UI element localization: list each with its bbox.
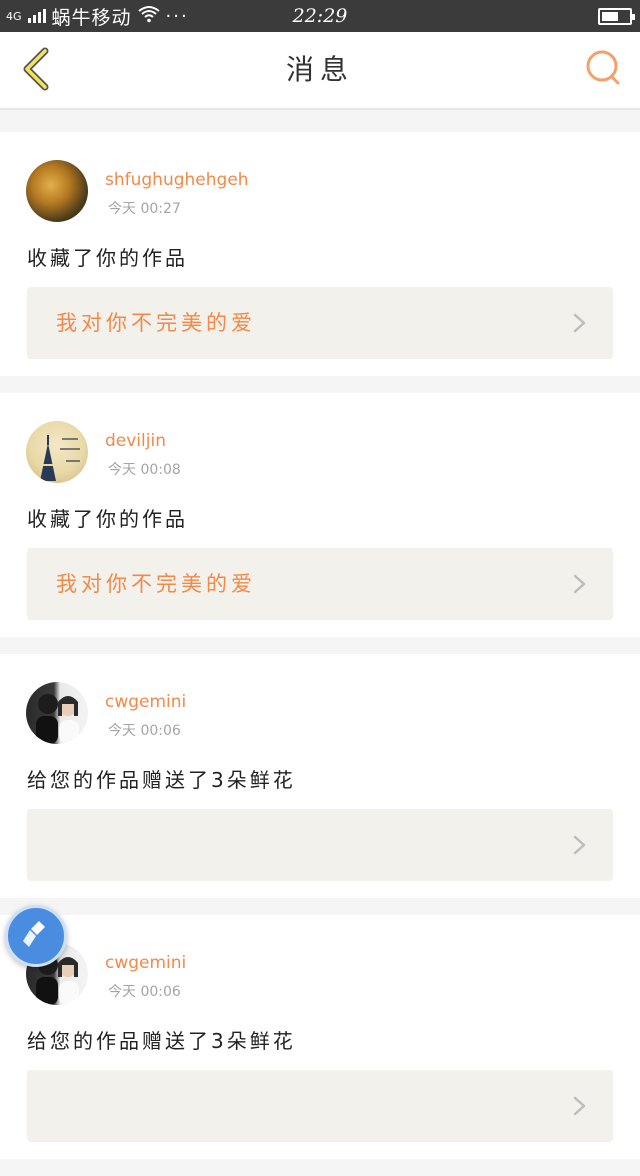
chevron-left-icon — [21, 47, 51, 95]
network-type: 4G — [6, 9, 22, 23]
message-time: 今天 00:08 — [108, 462, 181, 478]
message-action-text: 给您的作品赠送了3朵鲜花 — [27, 768, 296, 792]
floating-clean-button[interactable] — [5, 905, 67, 967]
username-link[interactable]: shfughughehgeh — [105, 170, 249, 190]
chevron-right-icon — [573, 574, 586, 594]
work-title: 我对你不完美的爱 — [56, 311, 256, 335]
signal-icon — [27, 9, 46, 23]
work-link[interactable] — [27, 809, 613, 881]
search-icon — [585, 49, 623, 91]
message-action-text: 给您的作品赠送了3朵鲜花 — [27, 1029, 296, 1053]
nav-bar: 消息 — [0, 32, 640, 110]
battery-icon — [598, 8, 635, 25]
chevron-right-icon — [573, 1096, 586, 1116]
chevron-right-icon — [573, 835, 586, 855]
search-button[interactable] — [584, 50, 624, 90]
message-list: shfughughehgeh 今天 00:27 收藏了你的作品 我对你不完美的爱… — [0, 132, 640, 1176]
work-title: 我对你不完美的爱 — [56, 572, 256, 596]
chevron-right-icon — [573, 313, 586, 333]
work-link[interactable]: 我对你不完美的爱 — [27, 287, 613, 359]
username-link[interactable]: cwgemini — [105, 692, 186, 712]
username-link[interactable]: deviljin — [105, 431, 166, 451]
message-time: 今天 00:06 — [108, 723, 181, 739]
avatar[interactable] — [26, 421, 88, 483]
page-title: 消息 — [285, 53, 354, 86]
back-button[interactable] — [14, 46, 58, 96]
more-dots: ··· — [165, 5, 189, 27]
message-time: 今天 00:06 — [108, 984, 181, 1000]
avatar[interactable] — [26, 160, 88, 222]
message-card: deviljin 今天 00:08 收藏了你的作品 我对你不完美的爱 — [0, 393, 640, 637]
avatar[interactable] — [26, 682, 88, 744]
brush-icon — [19, 917, 53, 955]
work-link[interactable] — [27, 1070, 613, 1142]
username-link[interactable]: cwgemini — [105, 953, 186, 973]
message-action-text: 收藏了你的作品 — [27, 507, 188, 531]
message-time: 今天 00:27 — [108, 201, 181, 217]
message-card: shfughughehgeh 今天 00:27 收藏了你的作品 我对你不完美的爱 — [0, 132, 640, 376]
work-link[interactable]: 我对你不完美的爱 — [27, 548, 613, 620]
carrier-name: 蜗牛移动 — [51, 6, 132, 29]
message-card: cwgemini 今天 00:06 给您的作品赠送了3朵鲜花 — [0, 654, 640, 898]
message-card: cwgemini 今天 00:06 给您的作品赠送了3朵鲜花 — [0, 915, 640, 1159]
message-action-text: 收藏了你的作品 — [27, 246, 188, 270]
wifi-icon — [137, 5, 160, 28]
status-bar: 4G 蜗牛移动 ··· 22:29 — [0, 0, 640, 32]
